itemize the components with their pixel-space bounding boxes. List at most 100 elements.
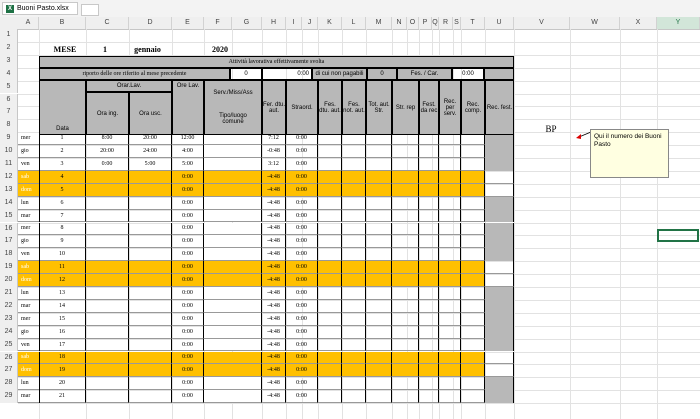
row-header-2[interactable]: 2 xyxy=(0,41,18,55)
empty-cell[interactable] xyxy=(366,261,392,275)
empty-cell[interactable] xyxy=(342,248,366,262)
time-cell-h[interactable]: -4:48 xyxy=(262,351,286,365)
empty-cell[interactable] xyxy=(342,183,366,197)
empty-cell[interactable] xyxy=(204,364,262,378)
empty-cell[interactable] xyxy=(439,222,461,236)
empty-cell[interactable] xyxy=(204,235,262,249)
empty-cell[interactable] xyxy=(439,364,461,378)
column-header-G[interactable]: G xyxy=(232,17,262,29)
empty-cell[interactable] xyxy=(318,261,342,275)
riporto-value[interactable]: 0 xyxy=(230,68,262,80)
empty-cell[interactable] xyxy=(419,158,439,171)
empty-cell[interactable] xyxy=(204,158,262,171)
time-cell-ore[interactable]: 0:00 xyxy=(172,312,204,326)
time-cell-ing[interactable] xyxy=(86,338,129,352)
time-cell-i[interactable]: 0:00 xyxy=(286,299,318,313)
empty-cell[interactable] xyxy=(366,248,392,262)
day-number-cell[interactable]: 2 xyxy=(39,145,86,158)
time-cell-usc[interactable]: 24:00 xyxy=(129,145,172,158)
column-header-N[interactable]: N xyxy=(392,17,407,29)
empty-cell[interactable] xyxy=(392,158,419,171)
column-header-V[interactable]: V xyxy=(514,17,570,29)
row-header-5[interactable]: 5 xyxy=(0,80,18,94)
empty-cell[interactable] xyxy=(342,274,366,287)
time-cell-ore[interactable]: 4:00 xyxy=(172,145,204,158)
empty-cell[interactable] xyxy=(439,183,461,197)
time-cell-ing[interactable] xyxy=(86,170,129,184)
time-cell-i[interactable]: 0:00 xyxy=(286,312,318,326)
empty-cell[interactable] xyxy=(366,222,392,236)
empty-cell[interactable] xyxy=(392,274,419,287)
n4-value[interactable]: 0 xyxy=(367,68,397,80)
time-cell-ing[interactable] xyxy=(86,222,129,236)
empty-cell[interactable] xyxy=(318,183,342,197)
time-cell-ore[interactable]: 0:00 xyxy=(172,222,204,236)
column-header-P[interactable]: P xyxy=(419,17,432,29)
column-header-J[interactable]: J xyxy=(302,17,318,29)
time-cell-ore[interactable]: 0:00 xyxy=(172,209,204,223)
time-cell-h[interactable]: -4:48 xyxy=(262,377,286,391)
empty-cell[interactable] xyxy=(366,390,392,404)
column-header-K[interactable]: K xyxy=(318,17,342,29)
empty-cell[interactable] xyxy=(461,312,485,326)
empty-cell[interactable] xyxy=(392,183,419,197)
time-cell-ore[interactable]: 0:00 xyxy=(172,351,204,365)
time-cell-usc[interactable] xyxy=(129,209,172,223)
time-cell-ing[interactable] xyxy=(86,183,129,197)
row-header-27[interactable]: 27 xyxy=(0,364,18,378)
empty-cell[interactable] xyxy=(439,390,461,404)
empty-cell[interactable] xyxy=(439,312,461,326)
empty-cell[interactable] xyxy=(342,235,366,249)
empty-cell[interactable] xyxy=(204,170,262,184)
column-header-Y[interactable]: Y xyxy=(657,17,700,29)
empty-cell[interactable] xyxy=(342,299,366,313)
empty-cell[interactable] xyxy=(204,183,262,197)
time-cell-ore[interactable]: 0:00 xyxy=(172,364,204,378)
day-number-cell[interactable]: 4 xyxy=(39,170,86,184)
row-header-29[interactable]: 29 xyxy=(0,390,18,404)
empty-cell[interactable] xyxy=(392,248,419,262)
empty-cell[interactable] xyxy=(318,274,342,287)
day-number-cell[interactable]: 17 xyxy=(39,338,86,352)
empty-cell[interactable] xyxy=(419,377,439,391)
active-cell-selection[interactable] xyxy=(657,229,699,242)
empty-cell[interactable] xyxy=(366,312,392,326)
empty-cell[interactable] xyxy=(419,196,439,210)
empty-cell[interactable] xyxy=(419,235,439,249)
column-header-S[interactable]: S xyxy=(453,17,461,29)
time-cell-i[interactable]: 0:00 xyxy=(286,261,318,275)
time-cell-usc[interactable] xyxy=(129,338,172,352)
empty-cell[interactable] xyxy=(461,364,485,378)
empty-cell[interactable] xyxy=(318,158,342,171)
empty-cell[interactable] xyxy=(366,274,392,287)
empty-cell[interactable] xyxy=(439,299,461,313)
empty-cell[interactable] xyxy=(318,170,342,184)
empty-cell[interactable] xyxy=(204,390,262,404)
time-cell-h[interactable]: -4:48 xyxy=(262,325,286,339)
time-cell-h[interactable]: -4:48 xyxy=(262,364,286,378)
empty-cell[interactable] xyxy=(485,364,514,378)
empty-cell[interactable] xyxy=(366,377,392,391)
empty-cell[interactable] xyxy=(461,183,485,197)
column-header-E[interactable]: E xyxy=(172,17,204,29)
empty-cell[interactable] xyxy=(419,287,439,300)
empty-cell[interactable] xyxy=(318,287,342,300)
day-number-cell[interactable]: 14 xyxy=(39,299,86,313)
day-number-cell[interactable]: 11 xyxy=(39,261,86,275)
column-header-H[interactable]: H xyxy=(262,17,286,29)
time-cell-ing[interactable] xyxy=(86,274,129,287)
row-header-19[interactable]: 19 xyxy=(0,261,18,275)
time-cell-ing[interactable] xyxy=(86,377,129,391)
time-cell-ing[interactable] xyxy=(86,299,129,313)
empty-cell[interactable] xyxy=(318,235,342,249)
empty-cell[interactable] xyxy=(461,261,485,275)
time-cell-i[interactable]: 0:00 xyxy=(286,364,318,378)
empty-cell[interactable] xyxy=(419,183,439,197)
time-cell-i[interactable]: 0:00 xyxy=(286,351,318,365)
column-header-I[interactable]: I xyxy=(286,17,302,29)
empty-cell[interactable] xyxy=(342,377,366,391)
row-header-20[interactable]: 20 xyxy=(0,274,18,287)
empty-cell[interactable] xyxy=(204,222,262,236)
time-cell-ing[interactable] xyxy=(86,196,129,210)
time-cell-usc[interactable] xyxy=(129,235,172,249)
